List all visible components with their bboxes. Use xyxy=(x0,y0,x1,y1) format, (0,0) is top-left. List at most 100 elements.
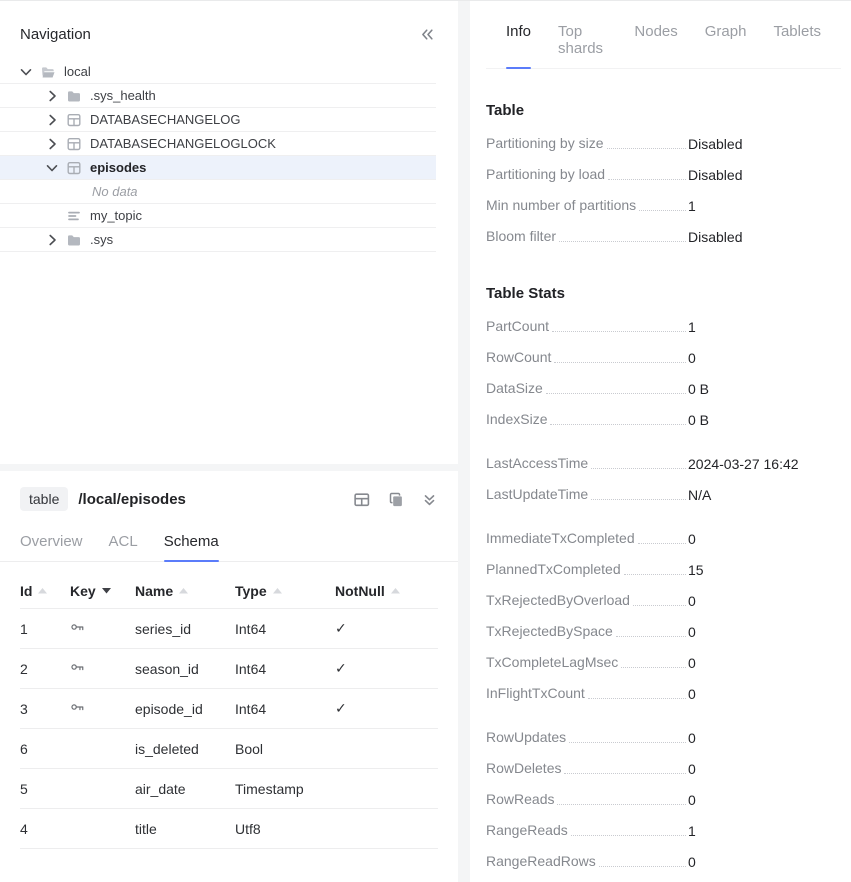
table-icon xyxy=(66,160,82,176)
tab-nodes[interactable]: Nodes xyxy=(634,14,677,68)
stat-row: PartCount 1 xyxy=(486,311,841,342)
cell-id: 1 xyxy=(20,609,70,649)
tree-item-my-topic[interactable]: my_topic xyxy=(0,204,436,228)
stat-label: TxCompleteLagMsec xyxy=(486,654,618,671)
stat-label: LastUpdateTime xyxy=(486,486,588,503)
tab-tablets[interactable]: Tablets xyxy=(773,14,821,68)
chevron-right-icon[interactable] xyxy=(44,112,60,128)
tree-item-sys[interactable]: .sys xyxy=(0,228,436,252)
stat-row: TxRejectedBySpace 0 xyxy=(486,616,841,647)
stat-group: LastAccessTime 2024-03-27 16:42 LastUpda… xyxy=(486,448,841,510)
cell-name: title xyxy=(135,809,235,849)
stat-label: RowCount xyxy=(486,349,551,366)
cell-type: Int64 xyxy=(235,649,335,689)
stat-label: InFlightTxCount xyxy=(486,685,585,702)
tree-item-label: DATABASECHANGELOG xyxy=(90,112,241,127)
tree-item-label: local xyxy=(64,64,91,79)
schema-table: Id Key Name Type NotNull 1 series_id In xyxy=(20,571,438,849)
leader-dots xyxy=(599,866,686,867)
leader-dots xyxy=(554,362,686,363)
stat-row: Bloom filter Disabled xyxy=(486,221,841,252)
stat-value: 15 xyxy=(688,562,704,578)
stat-label: Min number of partitions xyxy=(486,197,636,214)
folder-icon xyxy=(66,88,82,104)
schema-row[interactable]: 2 season_id Int64 ✓ xyxy=(20,649,438,689)
chevron-right-icon[interactable] xyxy=(44,232,60,248)
sort-desc-icon xyxy=(102,581,111,597)
leader-dots xyxy=(638,543,686,544)
cell-type: Timestamp xyxy=(235,769,335,809)
double-chevron-down-icon[interactable] xyxy=(421,491,438,508)
column-header-id[interactable]: Id xyxy=(20,571,70,609)
stat-value: 0 xyxy=(688,686,696,702)
tab-acl[interactable]: ACL xyxy=(109,524,138,561)
topic-icon xyxy=(66,208,82,224)
tab-info[interactable]: Info xyxy=(506,14,531,68)
folder-icon xyxy=(66,232,82,248)
column-header-notnull[interactable]: NotNull xyxy=(335,571,438,609)
vertical-panel-divider[interactable] xyxy=(458,1,470,882)
column-header-name[interactable]: Name xyxy=(135,571,235,609)
leader-dots xyxy=(546,393,686,394)
collapse-panel-icon[interactable] xyxy=(418,25,436,43)
info-panel: Info Top shards Nodes Graph Tablets Tabl… xyxy=(470,1,851,882)
column-header-type[interactable]: Type xyxy=(235,571,335,609)
tab-graph[interactable]: Graph xyxy=(705,14,747,68)
cell-notnull: ✓ xyxy=(335,609,438,649)
cell-type: Utf8 xyxy=(235,809,335,849)
schema-row[interactable]: 3 episode_id Int64 ✓ xyxy=(20,689,438,729)
tree-empty-label: No data xyxy=(92,184,138,199)
horizontal-panel-divider[interactable] xyxy=(0,464,458,471)
leader-dots xyxy=(559,241,686,242)
tab-top-shards[interactable]: Top shards xyxy=(558,14,607,68)
schema-row[interactable]: 5 air_date Timestamp xyxy=(20,769,438,809)
object-type-badge: table xyxy=(20,487,68,511)
stat-value: N/A xyxy=(688,487,711,503)
stat-row: TxRejectedByOverload 0 xyxy=(486,585,841,616)
table-grid-icon[interactable] xyxy=(353,491,370,508)
navigation-title: Navigation xyxy=(20,26,91,43)
tab-overview[interactable]: Overview xyxy=(20,524,83,561)
section-heading-table: Table xyxy=(486,102,841,119)
schema-row[interactable]: 4 title Utf8 xyxy=(20,809,438,849)
tree-item-sys-health[interactable]: .sys_health xyxy=(0,84,436,108)
leader-dots xyxy=(557,804,686,805)
column-header-key[interactable]: Key xyxy=(70,571,135,609)
chevron-down-icon[interactable] xyxy=(44,160,60,176)
chevron-down-icon[interactable] xyxy=(18,64,34,80)
leader-dots xyxy=(591,468,686,469)
stat-value: 0 B xyxy=(688,412,709,428)
stat-value: Disabled xyxy=(688,167,742,183)
left-column: Navigation local .sys_health DATABAS xyxy=(0,1,458,882)
key-icon xyxy=(70,649,135,689)
sort-asc-icon xyxy=(179,581,188,597)
tree-item-databasechangelog[interactable]: DATABASECHANGELOG xyxy=(0,108,436,132)
stat-row: Partitioning by size Disabled xyxy=(486,128,841,159)
stat-value: 1 xyxy=(688,823,696,839)
stat-label: RowUpdates xyxy=(486,729,566,746)
copy-icon[interactable] xyxy=(387,491,404,508)
tree-item-label: my_topic xyxy=(90,208,142,223)
tree-item-local[interactable]: local xyxy=(0,60,436,84)
stat-row: Min number of partitions 1 xyxy=(486,190,841,221)
chevron-right-icon[interactable] xyxy=(44,136,60,152)
cell-id: 2 xyxy=(20,649,70,689)
schema-row[interactable]: 6 is_deleted Bool xyxy=(20,729,438,769)
leader-dots xyxy=(633,605,686,606)
tree-item-databasechangeloglock[interactable]: DATABASECHANGELOGLOCK xyxy=(0,132,436,156)
cell-id: 6 xyxy=(20,729,70,769)
cell-name: is_deleted xyxy=(135,729,235,769)
tree-item-label: .sys_health xyxy=(90,88,156,103)
stat-label: RowDeletes xyxy=(486,760,561,777)
schema-row[interactable]: 1 series_id Int64 ✓ xyxy=(20,609,438,649)
sort-asc-icon xyxy=(273,581,282,597)
tree-item-episodes[interactable]: episodes xyxy=(0,156,436,180)
chevron-right-icon[interactable] xyxy=(44,88,60,104)
tab-schema[interactable]: Schema xyxy=(164,524,219,561)
key-icon xyxy=(70,609,135,649)
cell-name: air_date xyxy=(135,769,235,809)
stat-label: DataSize xyxy=(486,380,543,397)
navigation-tree: local .sys_health DATABASECHANGELOG DATA… xyxy=(0,60,458,252)
stat-value: 0 xyxy=(688,624,696,640)
object-header: table /local/episodes xyxy=(0,471,458,524)
